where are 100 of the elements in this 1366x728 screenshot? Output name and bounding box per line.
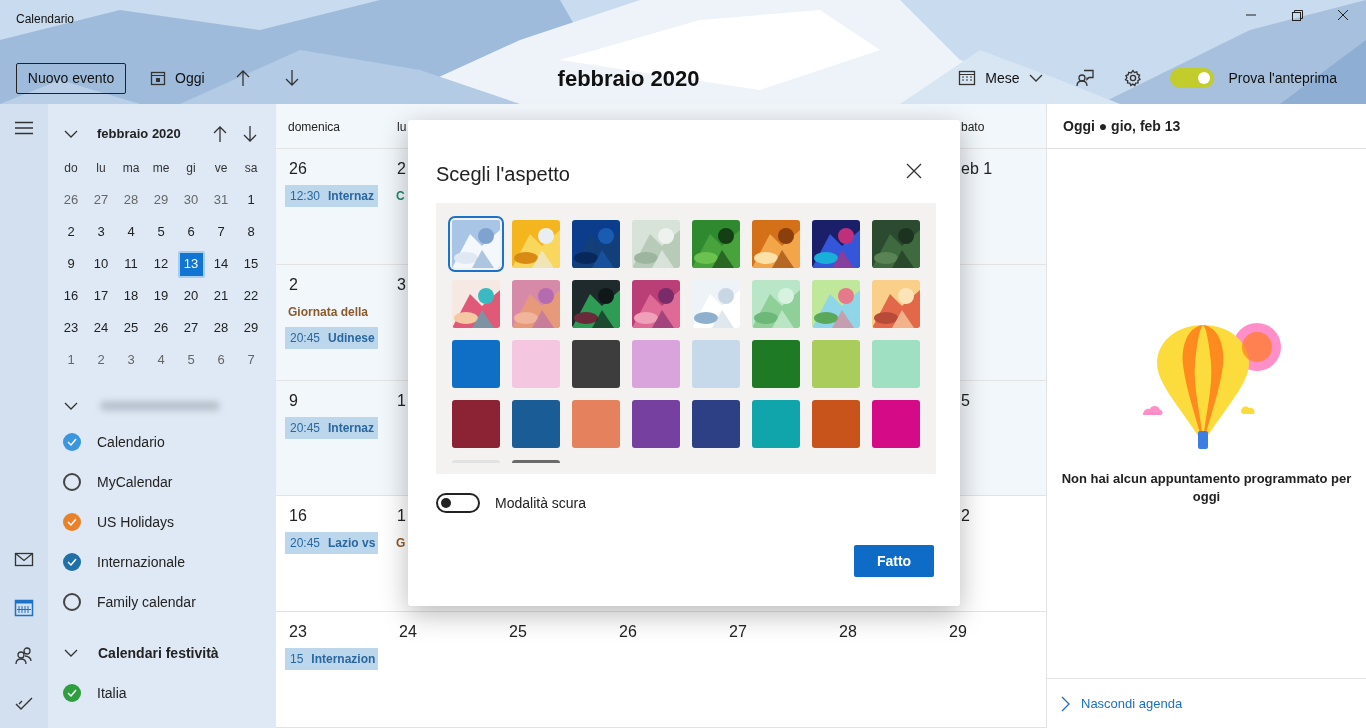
theme-tile[interactable] bbox=[752, 220, 800, 268]
theme-tile[interactable] bbox=[752, 400, 800, 448]
date-button[interactable]: 26 bbox=[147, 314, 175, 342]
date-button[interactable]: 14 bbox=[207, 250, 235, 278]
date-button[interactable]: 13 bbox=[177, 250, 205, 278]
date-button[interactable]: 3 bbox=[117, 346, 145, 374]
date-button[interactable]: 28 bbox=[207, 314, 235, 342]
done-button[interactable]: Fatto bbox=[854, 545, 934, 577]
date-button[interactable]: 21 bbox=[207, 282, 235, 310]
theme-tile[interactable] bbox=[632, 280, 680, 328]
date-button[interactable]: 9 bbox=[57, 250, 85, 278]
settings-button[interactable] bbox=[1123, 68, 1144, 88]
date-button[interactable]: 4 bbox=[117, 218, 145, 246]
event-pill[interactable]: 15 Internazion bbox=[285, 648, 378, 671]
toggle-switch[interactable] bbox=[436, 493, 480, 513]
theme-tile[interactable] bbox=[812, 220, 860, 268]
date-button[interactable]: 28 bbox=[117, 186, 145, 214]
theme-tile[interactable] bbox=[752, 280, 800, 328]
date-button[interactable]: 4 bbox=[147, 346, 175, 374]
theme-tile[interactable] bbox=[572, 340, 620, 388]
date-button[interactable]: 15 bbox=[237, 250, 265, 278]
date-button[interactable]: 11 bbox=[117, 250, 145, 278]
theme-tile[interactable] bbox=[632, 340, 680, 388]
theme-tile[interactable] bbox=[872, 340, 920, 388]
date-button[interactable]: 31 bbox=[207, 186, 235, 214]
feedback-button[interactable] bbox=[1075, 68, 1096, 88]
date-button[interactable]: 16 bbox=[57, 282, 85, 310]
date-button[interactable]: 20 bbox=[177, 282, 205, 310]
theme-tile[interactable] bbox=[692, 220, 740, 268]
theme-tile[interactable] bbox=[572, 220, 620, 268]
all-day-event[interactable]: C bbox=[396, 186, 405, 205]
hide-agenda-link[interactable]: Nascondi agenda bbox=[1061, 693, 1183, 714]
theme-tile[interactable] bbox=[572, 400, 620, 448]
date-button[interactable]: 5 bbox=[177, 346, 205, 374]
date-button[interactable]: 29 bbox=[237, 314, 265, 342]
close-button[interactable] bbox=[906, 162, 924, 180]
theme-tile[interactable] bbox=[872, 400, 920, 448]
date-button[interactable]: 19 bbox=[147, 282, 175, 310]
theme-tile[interactable] bbox=[692, 340, 740, 388]
theme-tile[interactable] bbox=[632, 220, 680, 268]
theme-tile[interactable] bbox=[452, 400, 500, 448]
theme-tile[interactable] bbox=[512, 340, 560, 388]
theme-tile[interactable] bbox=[512, 400, 560, 448]
theme-tile[interactable] bbox=[572, 280, 620, 328]
date-button[interactable]: 26 bbox=[57, 186, 85, 214]
date-button[interactable]: 3 bbox=[87, 218, 115, 246]
view-dropdown[interactable]: Mese bbox=[958, 67, 1043, 89]
date-button[interactable]: 1 bbox=[237, 186, 265, 214]
event-pill[interactable]: 20:45 Lazio vs bbox=[285, 532, 378, 555]
toggle-switch[interactable] bbox=[1169, 68, 1214, 88]
date-button[interactable]: 25 bbox=[117, 314, 145, 342]
theme-tile[interactable] bbox=[812, 400, 860, 448]
date-button[interactable]: 5 bbox=[147, 218, 175, 246]
theme-tile[interactable] bbox=[452, 340, 500, 388]
date-button[interactable]: 29 bbox=[147, 186, 175, 214]
calendar-checkbox[interactable] bbox=[63, 513, 81, 531]
event-title: Udinese bbox=[328, 329, 375, 347]
date-button[interactable]: 18 bbox=[117, 282, 145, 310]
date-button[interactable]: 27 bbox=[87, 186, 115, 214]
date-button[interactable]: 6 bbox=[207, 346, 235, 374]
theme-tile[interactable] bbox=[512, 280, 560, 328]
all-day-event[interactable]: G bbox=[396, 534, 406, 553]
theme-tile[interactable] bbox=[692, 280, 740, 328]
calendar-checkbox[interactable] bbox=[63, 433, 81, 451]
theme-tile[interactable] bbox=[512, 220, 560, 268]
all-day-event[interactable]: Giornata della bbox=[288, 302, 369, 321]
date-button[interactable]: 8 bbox=[237, 218, 265, 246]
theme-tile[interactable] bbox=[812, 340, 860, 388]
theme-tile[interactable] bbox=[452, 280, 500, 328]
theme-tile[interactable] bbox=[632, 400, 680, 448]
calendar-checkbox[interactable] bbox=[63, 473, 81, 491]
date-button[interactable]: 2 bbox=[57, 218, 85, 246]
date-number: 1 bbox=[397, 506, 406, 527]
date-button[interactable]: 30 bbox=[177, 186, 205, 214]
date-button[interactable]: 12 bbox=[147, 250, 175, 278]
date-button[interactable]: 27 bbox=[177, 314, 205, 342]
date-button[interactable]: 6 bbox=[177, 218, 205, 246]
event-pill[interactable]: 20:45 Udinese bbox=[285, 326, 378, 349]
date-button[interactable]: 22 bbox=[237, 282, 265, 310]
date-button[interactable]: 10 bbox=[87, 250, 115, 278]
theme-tile[interactable] bbox=[692, 400, 740, 448]
new-event-button[interactable]: Nuovo evento bbox=[16, 62, 126, 94]
event-pill[interactable]: 20:45 Internaz bbox=[285, 416, 378, 439]
date-button[interactable]: 17 bbox=[87, 282, 115, 310]
theme-tile[interactable] bbox=[872, 280, 920, 328]
date-button[interactable]: 7 bbox=[207, 218, 235, 246]
theme-tile[interactable] bbox=[872, 220, 920, 268]
calendar-checkbox[interactable] bbox=[63, 593, 81, 611]
chevron-down-icon[interactable] bbox=[64, 129, 78, 139]
date-button[interactable]: 2 bbox=[87, 346, 115, 374]
calendar-checkbox[interactable] bbox=[63, 553, 81, 571]
date-button[interactable]: 1 bbox=[57, 346, 85, 374]
date-button[interactable]: 7 bbox=[237, 346, 265, 374]
date-button[interactable]: 23 bbox=[57, 314, 85, 342]
theme-tile[interactable] bbox=[752, 340, 800, 388]
theme-tile[interactable] bbox=[812, 280, 860, 328]
calendar-checkbox[interactable] bbox=[63, 684, 81, 702]
date-button[interactable]: 24 bbox=[87, 314, 115, 342]
event-pill[interactable]: 12:30 Internaz bbox=[285, 184, 378, 207]
today-button[interactable]: Oggi bbox=[150, 67, 205, 89]
